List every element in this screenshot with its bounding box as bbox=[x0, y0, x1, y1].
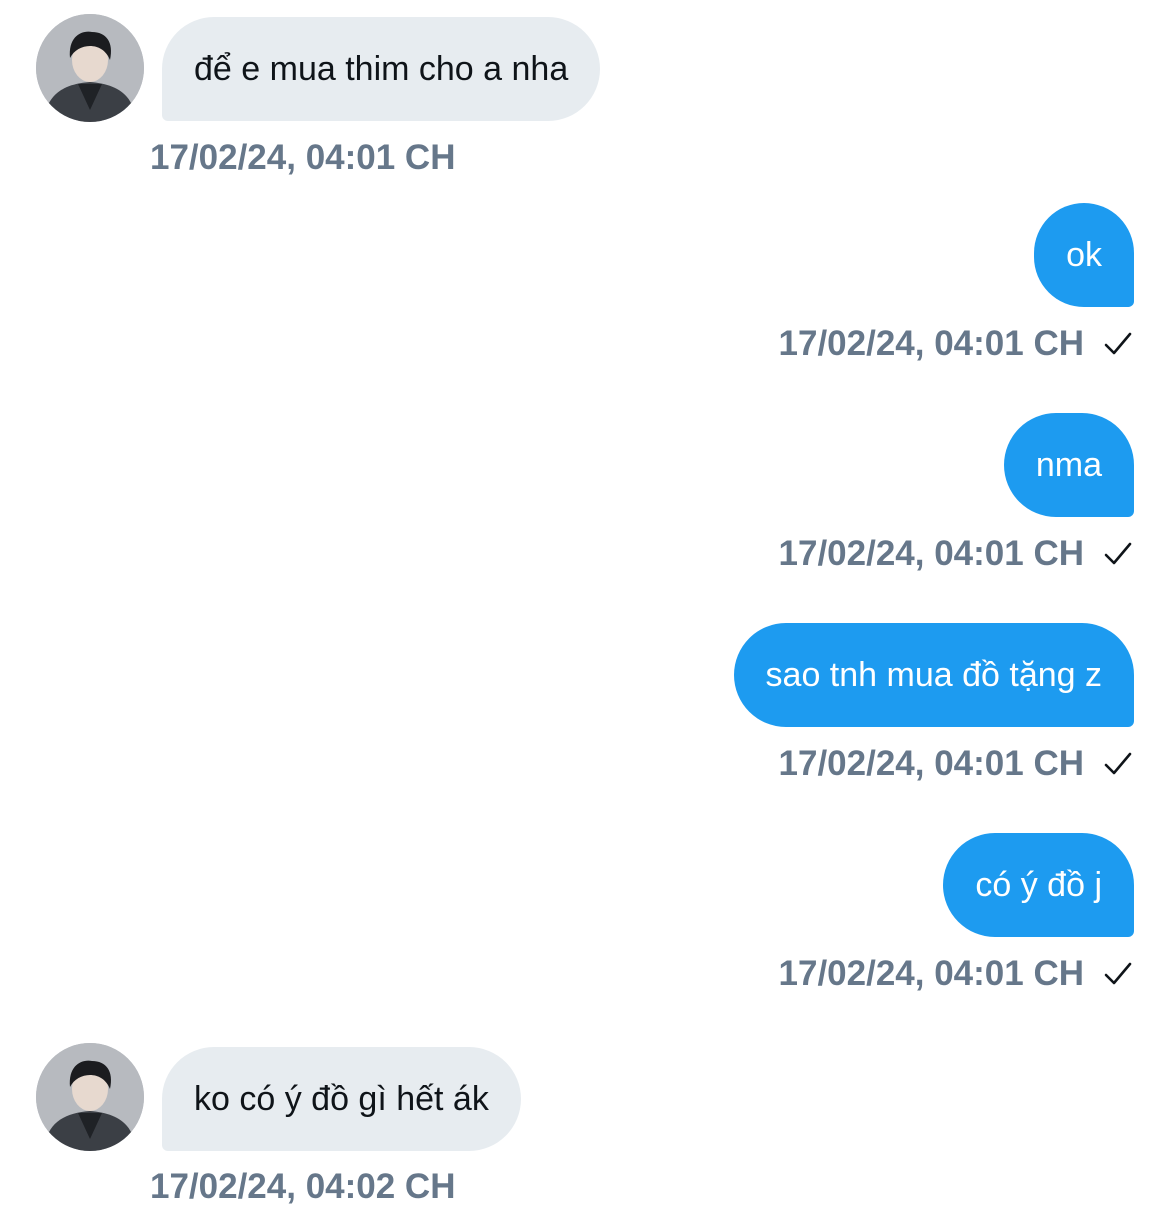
sent-check-icon bbox=[1104, 542, 1132, 565]
message-timestamp: 17/02/24, 04:01 CH bbox=[778, 954, 1084, 993]
message-timestamp: 17/02/24, 04:01 CH bbox=[778, 534, 1084, 573]
message-meta: 17/02/24, 04:01 CH bbox=[779, 324, 1134, 364]
message-timestamp: 17/02/24, 04:02 CH bbox=[150, 1167, 456, 1206]
message-bubble-outgoing[interactable]: nma bbox=[1003, 413, 1134, 517]
message-timestamp: 17/02/24, 04:01 CH bbox=[778, 744, 1084, 783]
message-bubble-outgoing[interactable]: sao tnh mua đồ tặng z bbox=[733, 623, 1134, 727]
avatar-image bbox=[36, 14, 144, 122]
sender-avatar[interactable] bbox=[36, 1043, 144, 1151]
message-meta: 17/02/24, 04:01 CH bbox=[779, 954, 1134, 994]
message-meta: 17/02/24, 04:01 CH bbox=[779, 534, 1134, 574]
message-bubble-outgoing[interactable]: có ý đồ j bbox=[943, 833, 1134, 937]
sent-check-icon bbox=[1104, 962, 1132, 985]
message-bubble-outgoing[interactable]: ok bbox=[1034, 203, 1134, 307]
avatar-image bbox=[36, 1043, 144, 1151]
sent-check-icon bbox=[1104, 332, 1132, 355]
message-timestamp: 17/02/24, 04:01 CH bbox=[150, 138, 456, 177]
sender-avatar[interactable] bbox=[36, 14, 144, 122]
sent-check-icon bbox=[1104, 752, 1132, 775]
message-meta: 17/02/24, 04:01 CH bbox=[779, 744, 1134, 784]
message-bubble-incoming[interactable]: ko có ý đồ gì hết ák bbox=[162, 1047, 521, 1151]
message-timestamp: 17/02/24, 04:01 CH bbox=[778, 324, 1084, 363]
chat-conversation: để e mua thim cho a nha 17/02/24, 04:01 … bbox=[0, 0, 1170, 1208]
message-bubble-incoming[interactable]: để e mua thim cho a nha bbox=[162, 17, 601, 121]
